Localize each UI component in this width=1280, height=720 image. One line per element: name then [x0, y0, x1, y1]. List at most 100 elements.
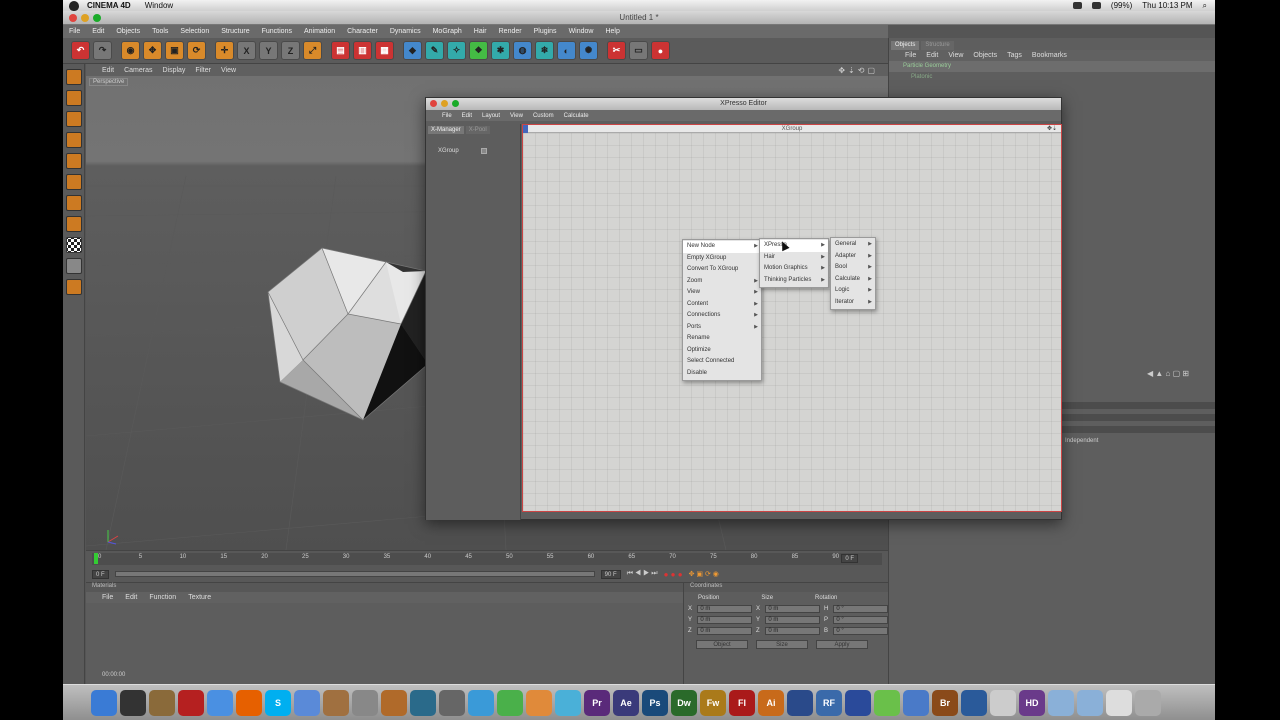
- viewport-camera-label[interactable]: Perspective: [89, 78, 129, 86]
- nurbs-icon[interactable]: ✧: [447, 41, 466, 60]
- flash-pro-icon[interactable]: Fl: [729, 689, 755, 716]
- objects-menu-tags[interactable]: Tags: [1007, 52, 1022, 59]
- rotate-icon[interactable]: ⟳: [187, 41, 206, 60]
- scene-icon[interactable]: ◍: [513, 41, 532, 60]
- illustrator-icon[interactable]: Ai: [758, 689, 784, 716]
- pos-field[interactable]: 0 m: [697, 604, 752, 613]
- aftereffects-icon[interactable]: Ae: [613, 689, 639, 716]
- zoom-icon[interactable]: [452, 100, 459, 107]
- record-keys-icon[interactable]: ● ● ●: [664, 570, 683, 579]
- apply-button[interactable]: Apply: [816, 640, 868, 649]
- menu-window[interactable]: Window: [569, 28, 594, 35]
- close-icon[interactable]: [69, 14, 77, 22]
- context-item-empty-xgroup[interactable]: Empty XGroup: [683, 253, 761, 265]
- context-item-disable[interactable]: Disable: [683, 368, 761, 380]
- tools-icon[interactable]: [352, 689, 378, 716]
- rot-field[interactable]: 0 °: [833, 626, 888, 635]
- photoshop-icon[interactable]: Ps: [642, 689, 668, 716]
- dreamweaver-icon[interactable]: Dw: [671, 689, 697, 716]
- layout-icon[interactable]: ▭: [629, 41, 648, 60]
- menu-hair[interactable]: Hair: [474, 28, 487, 35]
- file-icon[interactable]: [1106, 689, 1132, 716]
- menu-character[interactable]: Character: [347, 28, 378, 35]
- xpresso-menu-file[interactable]: File: [442, 113, 452, 119]
- xpresso-menu-edit[interactable]: Edit: [462, 113, 472, 119]
- node-grid[interactable]: [523, 133, 1061, 511]
- tab-structure[interactable]: Structure: [921, 41, 954, 50]
- apple-icon[interactable]: [69, 0, 79, 11]
- green-ball-icon[interactable]: [874, 689, 900, 716]
- xpresso-item-general[interactable]: General ▶: [831, 239, 875, 251]
- render-view-icon[interactable]: ▤: [331, 41, 350, 60]
- light-icon[interactable]: ✺: [579, 41, 598, 60]
- size-field[interactable]: 0 m: [765, 604, 820, 613]
- pos-field[interactable]: 0 m: [697, 626, 752, 635]
- viewport-menu-filter[interactable]: Filter: [195, 67, 211, 74]
- environment-icon[interactable]: ❄: [535, 41, 554, 60]
- menu-dynamics[interactable]: Dynamics: [390, 28, 421, 35]
- objects-menu-file[interactable]: File: [905, 52, 916, 59]
- bird-icon[interactable]: [497, 689, 523, 716]
- menu-structure[interactable]: Structure: [221, 28, 249, 35]
- context-item-view[interactable]: View ▶: [683, 287, 761, 299]
- fireworks-icon[interactable]: Fw: [700, 689, 726, 716]
- menu-help[interactable]: Help: [605, 28, 619, 35]
- range-slider[interactable]: [114, 571, 595, 577]
- menu-file[interactable]: File: [69, 28, 80, 35]
- playhead[interactable]: [94, 553, 98, 564]
- xpresso-item-bool[interactable]: Bool ▶: [831, 262, 875, 274]
- menu-mograph[interactable]: MoGraph: [433, 28, 462, 35]
- xpresso-menu-custom[interactable]: Custom: [533, 113, 554, 119]
- edges-mode-icon[interactable]: [65, 174, 82, 190]
- make-editable-icon[interactable]: [65, 69, 82, 85]
- context-item-zoom[interactable]: Zoom ▶: [683, 276, 761, 288]
- redo-icon[interactable]: ↷: [93, 41, 112, 60]
- xgroup-titlebar[interactable]: XGroup ✥⇣: [523, 125, 1061, 133]
- z-axis-icon[interactable]: Z: [281, 41, 300, 60]
- rf-icon[interactable]: RF: [816, 689, 842, 716]
- battery-label[interactable]: (99%): [1111, 1, 1132, 10]
- menu-selection[interactable]: Selection: [180, 28, 209, 35]
- last-tool-icon[interactable]: ✛: [215, 41, 234, 60]
- points-mode-icon[interactable]: [65, 153, 82, 169]
- folder1-icon[interactable]: [1048, 689, 1074, 716]
- app-menu[interactable]: CINEMA 4D: [87, 1, 131, 10]
- object-item-particle-geometry[interactable]: Particle Geometry: [889, 61, 1215, 72]
- checkbox[interactable]: [480, 148, 487, 154]
- menu-render[interactable]: Render: [499, 28, 522, 35]
- current-frame-field[interactable]: 0 F: [841, 554, 858, 563]
- volume-icon[interactable]: [1091, 2, 1101, 9]
- tab-x-manager[interactable]: X-Manager: [428, 126, 464, 134]
- xpresso-item-calculate[interactable]: Calculate ▶: [831, 274, 875, 286]
- viewport-menu-view[interactable]: View: [221, 67, 236, 74]
- new-node-item-hair[interactable]: Hair ▶: [760, 252, 828, 264]
- timeline-ruler[interactable]: 0 5 10 15 20 25 30 35 40 45 50 55 60 65 70 75 80 85 90: [92, 553, 882, 565]
- materials-menu-function[interactable]: Function: [149, 594, 176, 601]
- start-frame-field[interactable]: 0 F: [92, 569, 109, 579]
- record-icon[interactable]: ●: [651, 41, 670, 60]
- context-item-select-connected[interactable]: Select Connected: [683, 356, 761, 368]
- attributes-tool-icon[interactable]: ✂: [607, 41, 626, 60]
- menu-animation[interactable]: Animation: [304, 28, 335, 35]
- live-selection-icon[interactable]: ◉: [121, 41, 140, 60]
- objects-menu-bookmarks[interactable]: Bookmarks: [1032, 52, 1067, 59]
- scale-icon[interactable]: ▣: [165, 41, 184, 60]
- icosahedron[interactable]: [267, 247, 429, 421]
- xpresso-item-logic[interactable]: Logic ▶: [831, 285, 875, 297]
- doc-icon[interactable]: [990, 689, 1016, 716]
- xpresso-menu-layout[interactable]: Layout: [482, 113, 500, 119]
- x-axis-icon[interactable]: X: [237, 41, 256, 60]
- materials-menu-edit[interactable]: Edit: [125, 594, 137, 601]
- ichat-icon[interactable]: [294, 689, 320, 716]
- object-item-platonic[interactable]: Platonic: [889, 72, 1215, 83]
- timemachine-icon[interactable]: [410, 689, 436, 716]
- hammer-icon[interactable]: [526, 689, 552, 716]
- playback-controls[interactable]: ⏮ ◀ ▶ ⏭: [627, 570, 658, 578]
- size-field[interactable]: 0 m: [765, 626, 820, 635]
- xpresso-menu-view[interactable]: View: [510, 113, 523, 119]
- sphere-icon[interactable]: [903, 689, 929, 716]
- coord-system-icon[interactable]: ⤢: [303, 41, 322, 60]
- menu-edit[interactable]: Edit: [92, 28, 104, 35]
- menu-functions[interactable]: Functions: [262, 28, 292, 35]
- minimize-icon[interactable]: [441, 100, 448, 107]
